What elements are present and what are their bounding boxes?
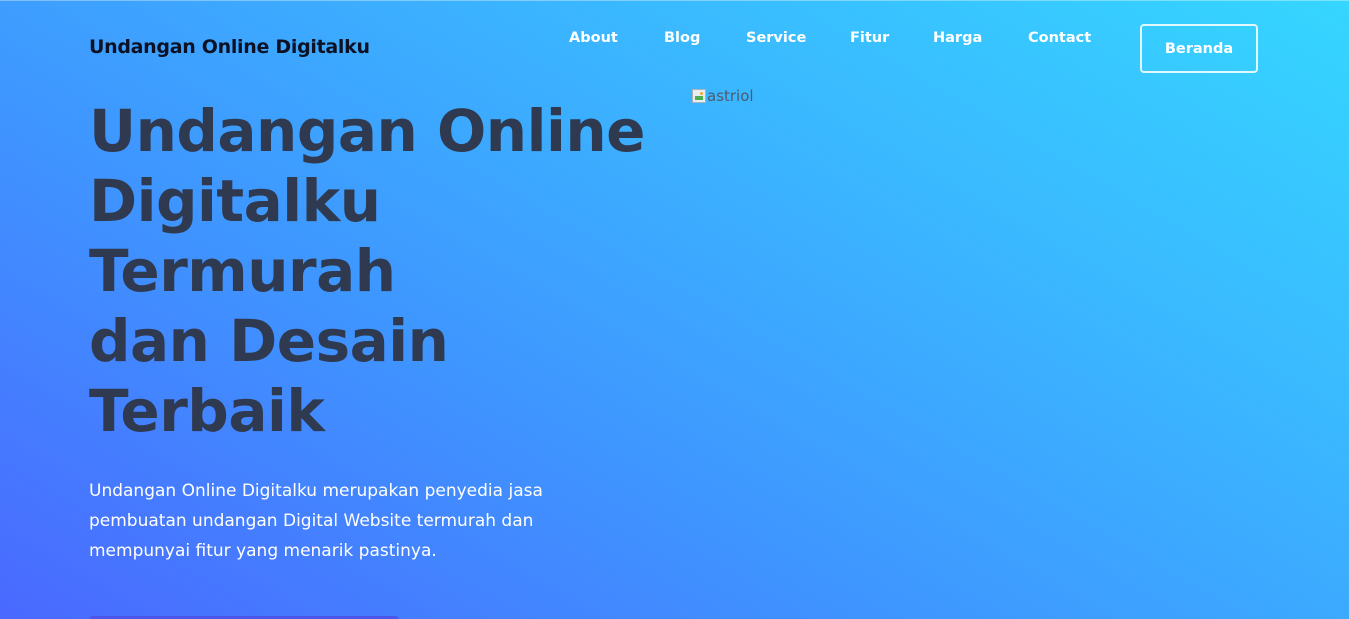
nav-item-about[interactable]: About <box>569 30 618 46</box>
beranda-button[interactable]: Beranda <box>1140 24 1258 73</box>
hero-title-line: dan Desain <box>89 307 449 375</box>
broken-image-icon <box>692 89 706 103</box>
site-brand[interactable]: Undangan Online Digitalku <box>89 36 370 58</box>
nav-item-harga[interactable]: Harga <box>933 30 982 46</box>
hero-title-line: Undangan Online <box>89 97 645 165</box>
hero-title-line: Digitalku <box>89 167 381 235</box>
hero-title-line: Terbaik <box>89 377 325 445</box>
nav-item-service[interactable]: Service <box>746 30 806 46</box>
hero-image-broken: astriol <box>692 87 754 105</box>
nav-item-fitur[interactable]: Fitur <box>850 30 889 46</box>
nav-item-blog[interactable]: Blog <box>664 30 700 46</box>
hero-image-alt-text: astriol <box>707 87 754 105</box>
hero-title-line: Termurah <box>89 237 396 305</box>
hero-title: Undangan Online Digitalku Termurah dan D… <box>89 96 649 446</box>
nav-item-contact[interactable]: Contact <box>1028 30 1091 46</box>
hero-description: Undangan Online Digitalku merupakan peny… <box>89 481 543 561</box>
